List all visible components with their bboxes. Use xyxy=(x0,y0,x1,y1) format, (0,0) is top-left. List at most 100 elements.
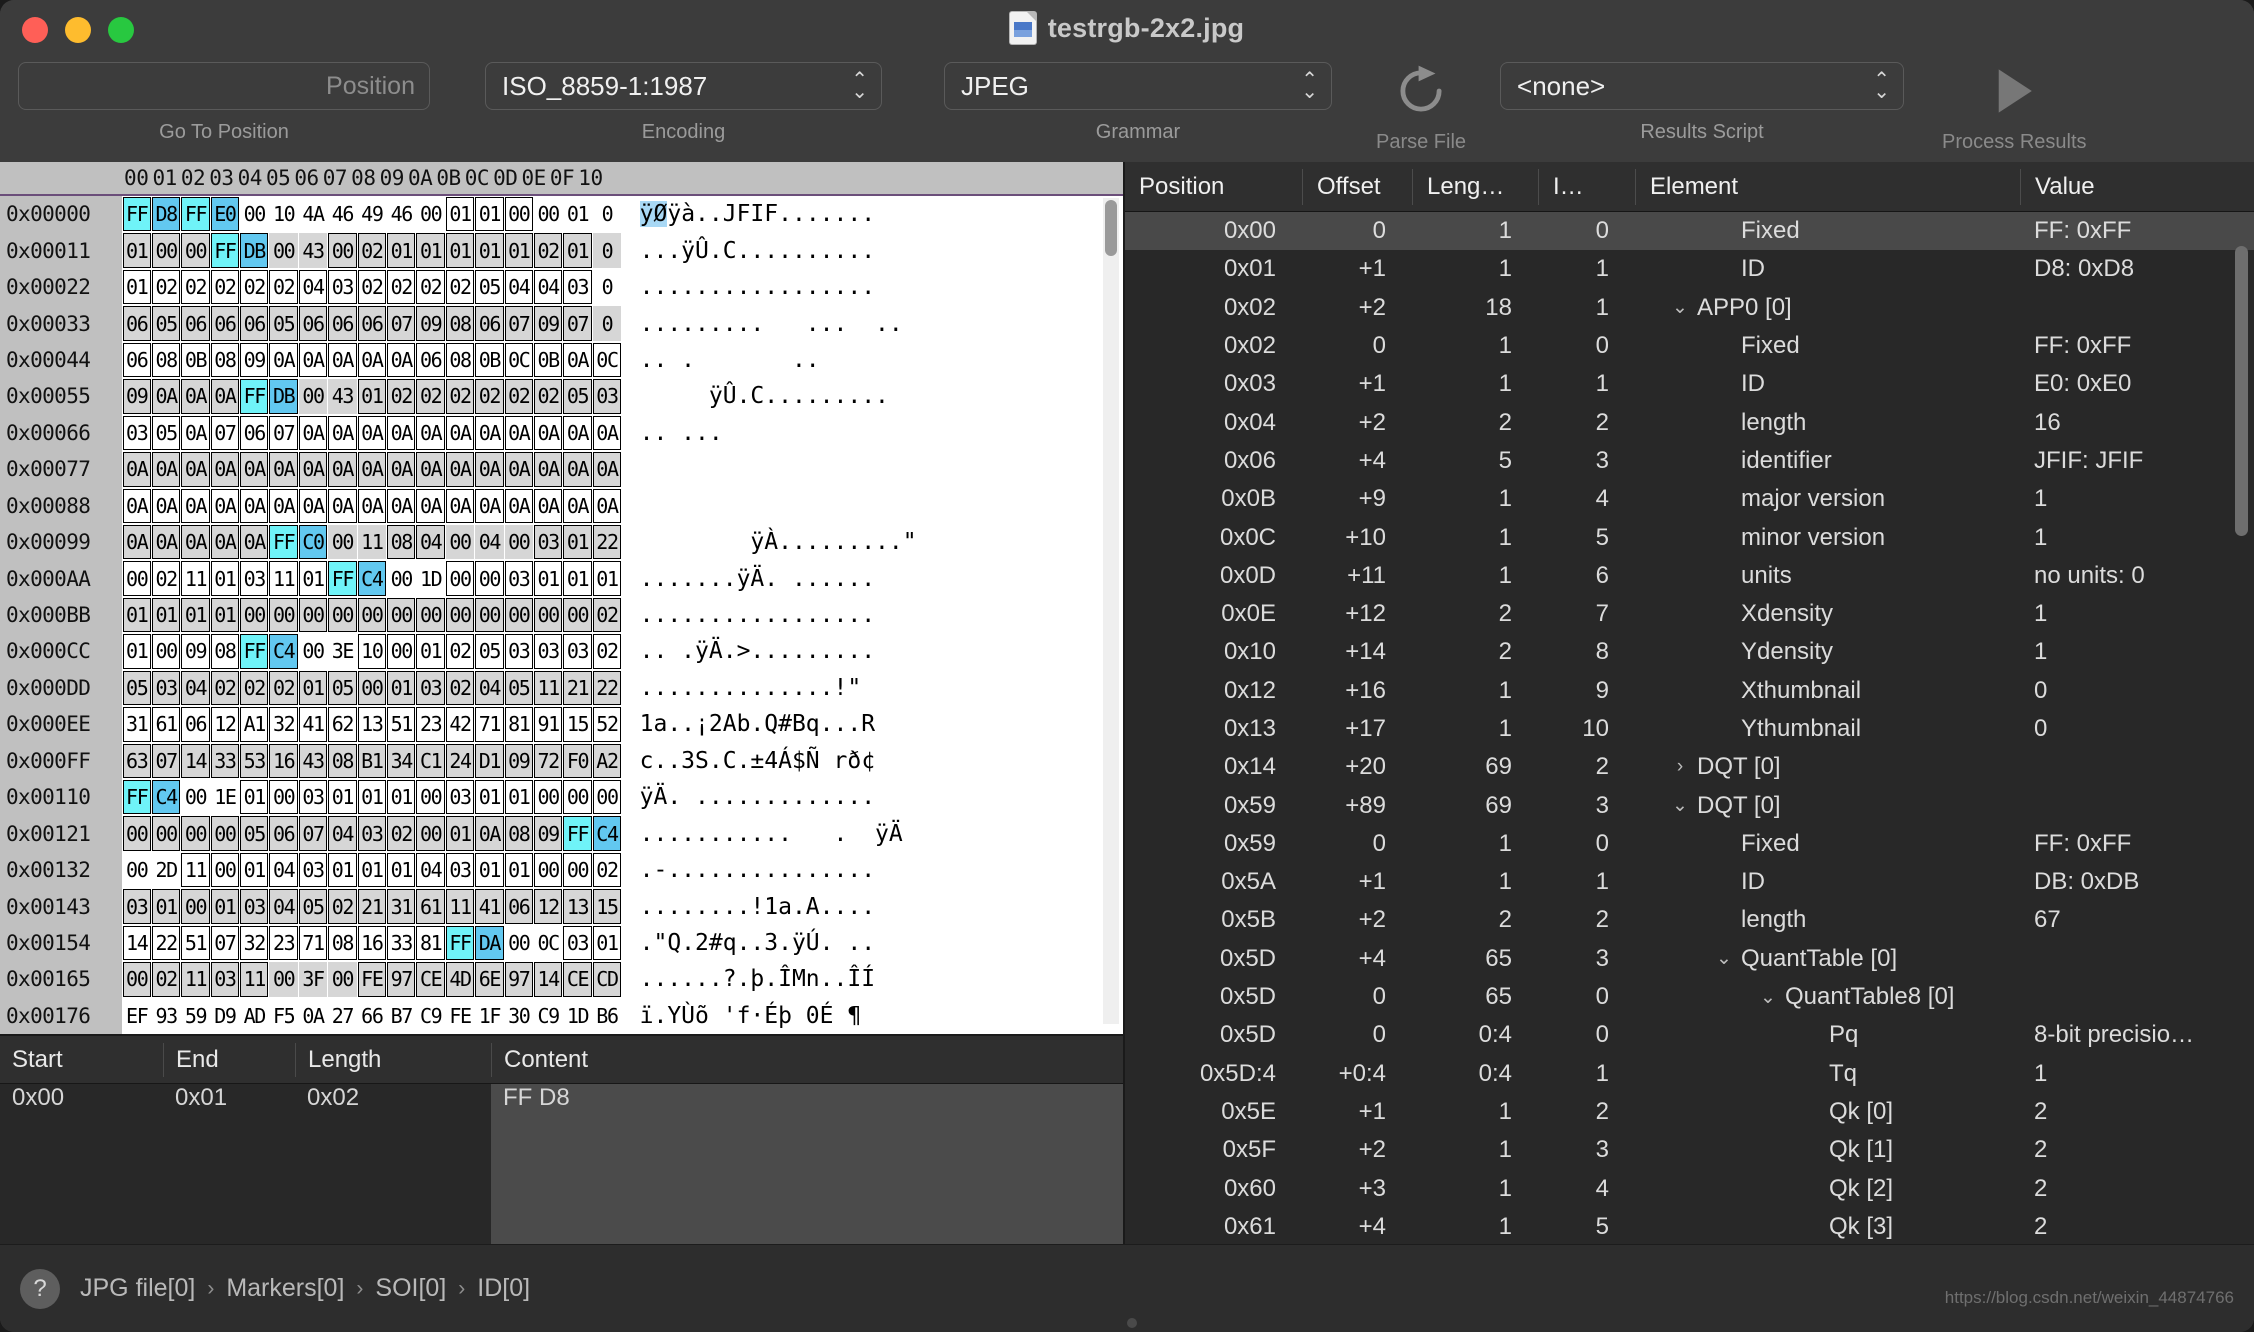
hex-byte-cell[interactable]: 00 xyxy=(122,561,151,596)
hex-byte-cell[interactable]: FF xyxy=(122,780,151,815)
hex-byte-cell[interactable]: 01 xyxy=(563,197,592,232)
hex-byte-cell[interactable]: 3F xyxy=(298,962,328,997)
hex-byte-cell[interactable]: 0A xyxy=(416,415,445,451)
breadcrumb-item[interactable]: SOI[0] xyxy=(375,1274,446,1303)
hex-byte-cell[interactable]: 04 xyxy=(416,524,445,560)
hex-byte-cell[interactable]: 03 xyxy=(151,670,181,706)
hex-byte-cell[interactable]: 01 xyxy=(298,561,328,596)
hex-byte-cell[interactable]: 0A xyxy=(416,488,445,523)
hex-byte-cell[interactable]: 16 xyxy=(269,743,298,778)
hex-byte-cell[interactable]: 04 xyxy=(533,269,563,305)
hex-byte-cell[interactable]: 09 xyxy=(416,306,445,341)
hex-byte-cell[interactable]: 11 xyxy=(181,852,210,888)
ascii-row[interactable]: ..............!" xyxy=(640,670,1123,706)
hex-byte-cell[interactable]: 01 xyxy=(387,852,416,888)
hex-byte-cell[interactable]: 03 xyxy=(563,269,592,305)
hex-scrollbar[interactable] xyxy=(1103,198,1119,1024)
chevron-down-icon[interactable]: ⌄ xyxy=(1711,947,1737,970)
hex-byte-cell[interactable]: 0A xyxy=(387,452,416,487)
hex-byte-cell[interactable]: 00 xyxy=(328,597,357,633)
hex-byte-cell[interactable]: 43 xyxy=(298,233,328,268)
hex-byte-cell[interactable]: 81 xyxy=(416,925,445,961)
hex-byte-cell[interactable]: 00 xyxy=(387,561,416,596)
table-row[interactable]: 0x06 +4 5 3 identifier JFIF: JFIF xyxy=(1125,442,2254,480)
hex-byte-cell[interactable]: 01 xyxy=(592,561,622,596)
hex-byte-cell[interactable]: 61 xyxy=(416,889,445,924)
hex-byte-cell[interactable]: 08 xyxy=(151,342,181,378)
chevron-down-icon[interactable]: ⌄ xyxy=(1667,794,1693,817)
hex-byte-cell[interactable]: 00 xyxy=(240,197,269,232)
hex-byte-cell[interactable]: FE xyxy=(357,962,387,997)
hex-byte-cell[interactable]: 0A xyxy=(269,488,298,523)
hex-byte-cell[interactable]: 93 xyxy=(151,998,181,1034)
hex-byte-cell[interactable]: 66 xyxy=(357,998,387,1034)
hex-byte-cell[interactable]: 00 xyxy=(563,852,592,888)
hex-byte-cell[interactable]: FF xyxy=(122,197,151,232)
chevron-down-icon[interactable]: ⌄ xyxy=(1667,296,1693,319)
hex-byte-cell[interactable]: 02 xyxy=(210,670,240,706)
hex-byte-cell[interactable]: 0A xyxy=(181,452,210,487)
hex-byte-cell[interactable]: 0A xyxy=(151,524,181,560)
hex-byte-cell[interactable]: 4D xyxy=(445,962,475,997)
hex-byte-cell[interactable]: 12 xyxy=(210,707,240,742)
hex-byte-cell[interactable]: 51 xyxy=(387,707,416,742)
hex-byte-cell[interactable]: 07 xyxy=(210,415,240,451)
hex-byte-cell[interactable]: 91 xyxy=(533,707,563,742)
hex-byte-cell[interactable]: 0A xyxy=(533,415,563,451)
hex-byte-cell[interactable]: 07 xyxy=(210,925,240,961)
hex-byte-cell[interactable]: 08 xyxy=(210,634,240,669)
hex-byte-cell[interactable]: D9 xyxy=(210,998,240,1034)
hex-byte-cell[interactable]: 46 xyxy=(387,197,416,232)
table-row[interactable]: 0x59 0 1 0 Fixed FF: 0xFF xyxy=(1125,825,2254,863)
hex-byte-cell[interactable]: 05 xyxy=(240,816,269,851)
table-row[interactable]: 0x5A +1 1 1 ID DB: 0xDB xyxy=(1125,863,2254,901)
hex-byte-cell[interactable]: 71 xyxy=(475,707,504,742)
hex-byte-cell[interactable]: 31 xyxy=(122,707,151,742)
hex-byte-cell[interactable]: 00 xyxy=(445,524,475,560)
hex-byte-cell[interactable]: 07 xyxy=(269,415,298,451)
hex-byte-cell[interactable]: 01 xyxy=(563,561,592,596)
hex-byte-cell[interactable]: 0A xyxy=(122,452,151,487)
hex-byte-cell[interactable]: 22 xyxy=(592,524,622,560)
hex-byte-cell[interactable]: 16 xyxy=(357,925,387,961)
hex-byte-cell[interactable]: 06 xyxy=(269,816,298,851)
hex-byte-cell[interactable]: 3E xyxy=(328,634,357,669)
hex-byte-cell[interactable]: 03 xyxy=(328,269,357,305)
ascii-row[interactable]: ÿÀ........." xyxy=(640,524,1123,560)
hex-byte-cell[interactable]: CE xyxy=(563,962,592,997)
hex-byte-cell[interactable]: 0A xyxy=(563,342,592,378)
hex-byte-cell[interactable]: 06 xyxy=(328,306,357,341)
hex-byte-cell[interactable]: 03 xyxy=(240,561,269,596)
hex-byte-cell[interactable]: 0A xyxy=(357,342,387,378)
resize-grabber[interactable] xyxy=(1127,1318,1137,1328)
hex-byte-cell[interactable]: 01 xyxy=(387,233,416,268)
hex-byte-cell[interactable]: 01 xyxy=(475,197,504,232)
hex-byte-cell[interactable]: 02 xyxy=(151,269,181,305)
hex-byte-cell[interactable]: 02 xyxy=(269,269,298,305)
hex-byte-cell[interactable]: C4 xyxy=(151,780,181,815)
table-row[interactable]: 0x5D 0 0:4 0 Pq 8-bit precisio… xyxy=(1125,1016,2254,1054)
hex-byte-cell[interactable]: 27 xyxy=(328,998,357,1034)
hex-byte-cell[interactable]: 01 xyxy=(475,852,504,888)
hex-byte-cell[interactable]: D1 xyxy=(475,743,504,778)
hex-byte-cell[interactable]: 11 xyxy=(181,561,210,596)
hex-byte-cell[interactable]: 4A xyxy=(298,197,328,232)
ascii-row[interactable]: ."Q.2#q..3.ÿÚ. .. xyxy=(640,925,1123,961)
column-header-length[interactable]: Length xyxy=(295,1042,491,1077)
ascii-row[interactable]: ÿÄ. ............. xyxy=(640,779,1123,815)
hex-byte-cell[interactable]: 0A xyxy=(475,415,504,451)
hex-byte-cell[interactable]: 0A xyxy=(475,488,504,523)
hex-byte-cell[interactable]: 0A xyxy=(328,452,357,487)
ascii-row[interactable]: ÿÛ.C......... xyxy=(640,378,1123,414)
hex-byte-cell[interactable]: E0 xyxy=(210,197,240,232)
hex-byte-cell[interactable]: F0 xyxy=(563,743,592,778)
hex-byte-cell[interactable]: 03 xyxy=(240,889,269,924)
hex-byte-cell[interactable]: 00 xyxy=(122,962,151,997)
ascii-row[interactable]: ï.YÙ­õ 'f·Éþ 0É ¶ xyxy=(640,998,1123,1034)
hex-byte-cell[interactable]: DA xyxy=(475,925,504,961)
hex-byte-cell[interactable]: 0A xyxy=(181,379,210,414)
hex-byte-cell[interactable]: 01 xyxy=(416,634,445,669)
hex-byte-cell[interactable]: 00 xyxy=(328,524,357,560)
hex-byte-cell[interactable]: 02 xyxy=(269,670,298,706)
hex-byte-cell[interactable]: 01 xyxy=(387,780,416,815)
